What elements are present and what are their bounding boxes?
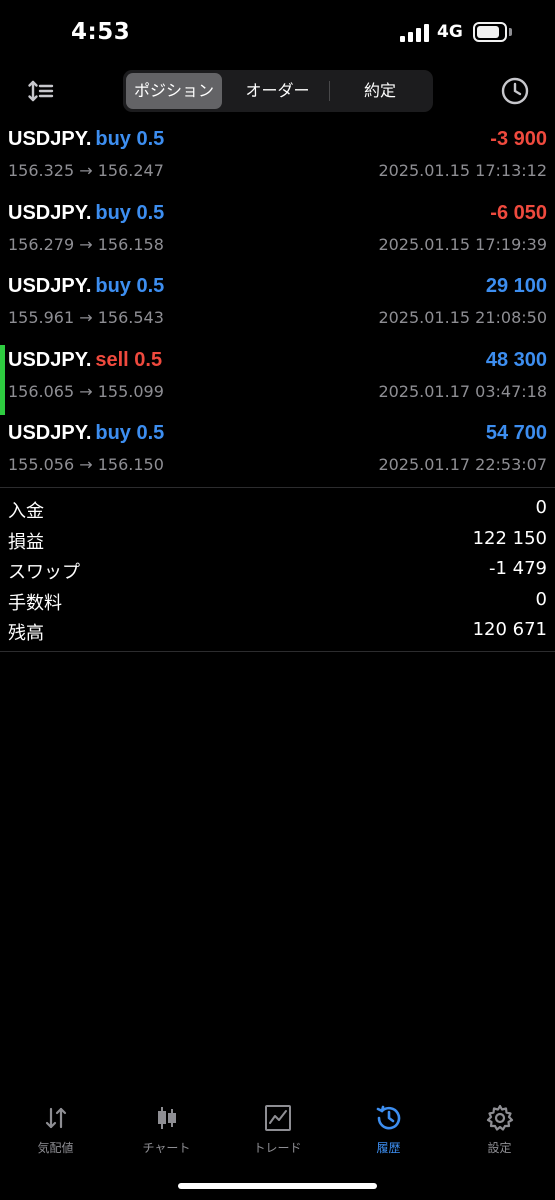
tab-chart[interactable]: チャート (111, 1093, 222, 1163)
timestamp: 2025.01.15 17:19:39 (378, 234, 547, 254)
position-title: USDJPY. buy 0.5 (8, 422, 164, 445)
summary-divider (0, 651, 555, 652)
battery-icon (473, 22, 507, 42)
summary-label: 手数料 (8, 592, 62, 614)
tab-label: 履歴 (376, 1141, 401, 1155)
toolbar: ポジション オーダー 約定 (0, 66, 555, 116)
network-type: 4G (437, 22, 463, 42)
side-volume-label: buy 0.5 (95, 275, 165, 297)
summary-label: 残高 (8, 623, 44, 644)
quotes-arrows-icon (45, 1107, 67, 1129)
position-row[interactable]: USDJPY. buy 0.5 54 700 155.056 → 156.150 … (0, 418, 555, 492)
profit-value: 29 100 (485, 275, 547, 297)
symbol-label: USDJPY. (8, 201, 92, 224)
list-divider (0, 487, 555, 488)
candlestick-chart-icon (158, 1107, 176, 1129)
gear-icon (486, 1104, 514, 1131)
tab-bar: 気配値 チャート トレード 履歴 設定 (0, 1093, 555, 1173)
trade-line-chart-icon (265, 1105, 291, 1131)
price-range: 155.056 → 156.150 (8, 455, 164, 474)
timestamp: 2025.01.17 03:47:18 (378, 381, 547, 401)
summary-value: -1 479 (488, 558, 547, 579)
history-screen: 4:53 4G ポジション オーダー 約定 USDJPY. buy 0.5 -3… (0, 0, 555, 1200)
status-time: 4:53 (71, 19, 131, 45)
segment-positions[interactable]: ポジション (126, 73, 222, 109)
summary-row-swap: スワップ -1 479 (0, 555, 555, 586)
positions-list: USDJPY. buy 0.5 -3 900 156.325 → 156.247 … (0, 124, 555, 492)
symbol-label: USDJPY. (8, 348, 92, 371)
timestamp: 2025.01.17 22:53:07 (378, 455, 547, 474)
tab-label: 気配値 (37, 1141, 74, 1155)
symbol-label: USDJPY. (8, 422, 92, 444)
position-row[interactable]: USDJPY. buy 0.5 -3 900 156.325 → 156.247 … (0, 124, 555, 198)
account-summary: 入金 0 損益 122 150 スワップ -1 479 手数料 0 残高 120… (0, 494, 555, 647)
side-volume-label: sell 0.5 (95, 348, 163, 371)
summary-row-profit: 損益 122 150 (0, 525, 555, 556)
tab-history[interactable]: 履歴 (333, 1093, 444, 1163)
symbol-label: USDJPY. (8, 275, 92, 297)
tab-quotes[interactable]: 気配値 (0, 1093, 111, 1163)
tab-settings[interactable]: 設定 (444, 1093, 555, 1163)
summary-value: 120 671 (472, 619, 547, 640)
summary-label: 損益 (8, 531, 44, 553)
tab-label: 設定 (487, 1141, 512, 1155)
timestamp: 2025.01.15 21:08:50 (378, 308, 547, 327)
segmented-control: ポジション オーダー 約定 (123, 70, 433, 112)
position-title: USDJPY. buy 0.5 (8, 128, 164, 151)
history-icon (376, 1105, 401, 1130)
price-range: 156.279 → 156.158 (8, 234, 164, 254)
profit-value: -3 900 (490, 128, 547, 150)
status-bar: 4:53 4G (0, 0, 555, 66)
tab-label: トレード (253, 1141, 302, 1155)
summary-label: 入金 (8, 501, 44, 522)
price-range: 156.065 → 155.099 (8, 381, 164, 401)
position-row[interactable]: USDJPY. buy 0.5 -6 050 156.279 → 156.158 … (0, 198, 555, 272)
cellular-signal-icon (400, 24, 430, 42)
price-range: 156.325 → 156.247 (8, 161, 164, 180)
price-range: 155.961 → 156.543 (8, 308, 164, 327)
summary-value: 0 (535, 497, 547, 518)
timestamp: 2025.01.15 17:13:12 (378, 161, 547, 180)
battery-tip (509, 28, 512, 36)
symbol-label: USDJPY. (8, 128, 92, 150)
position-title: USDJPY. buy 0.5 (8, 202, 164, 225)
summary-value: 122 150 (472, 527, 547, 549)
home-indicator (178, 1183, 377, 1189)
tab-label: チャート (142, 1141, 191, 1155)
side-volume-label: buy 0.5 (95, 201, 165, 224)
summary-value: 0 (535, 588, 547, 610)
profit-value: 54 700 (485, 422, 547, 444)
clock-icon[interactable] (498, 74, 532, 108)
position-title: USDJPY. buy 0.5 (8, 275, 164, 298)
position-row[interactable]: USDJPY. buy 0.5 29 100 155.961 → 156.543 … (0, 271, 555, 345)
segment-deals[interactable]: 約定 (330, 73, 430, 109)
summary-row-balance: 残高 120 671 (0, 616, 555, 647)
position-row[interactable]: USDJPY. sell 0.5 48 300 156.065 → 155.099… (0, 344, 555, 419)
position-title: USDJPY. sell 0.5 (8, 349, 162, 372)
profit-value: -6 050 (490, 201, 547, 224)
profit-value: 48 300 (485, 348, 547, 371)
sort-lines-icon[interactable] (24, 74, 58, 108)
summary-label: スワップ (8, 562, 80, 583)
segment-orders[interactable]: オーダー (226, 73, 329, 109)
summary-row-deposit: 入金 0 (0, 494, 555, 525)
selection-marker (0, 344, 5, 415)
summary-row-commission: 手数料 0 (0, 586, 555, 617)
side-volume-label: buy 0.5 (95, 128, 165, 150)
tab-trade[interactable]: トレード (222, 1093, 333, 1163)
side-volume-label: buy 0.5 (95, 422, 165, 444)
